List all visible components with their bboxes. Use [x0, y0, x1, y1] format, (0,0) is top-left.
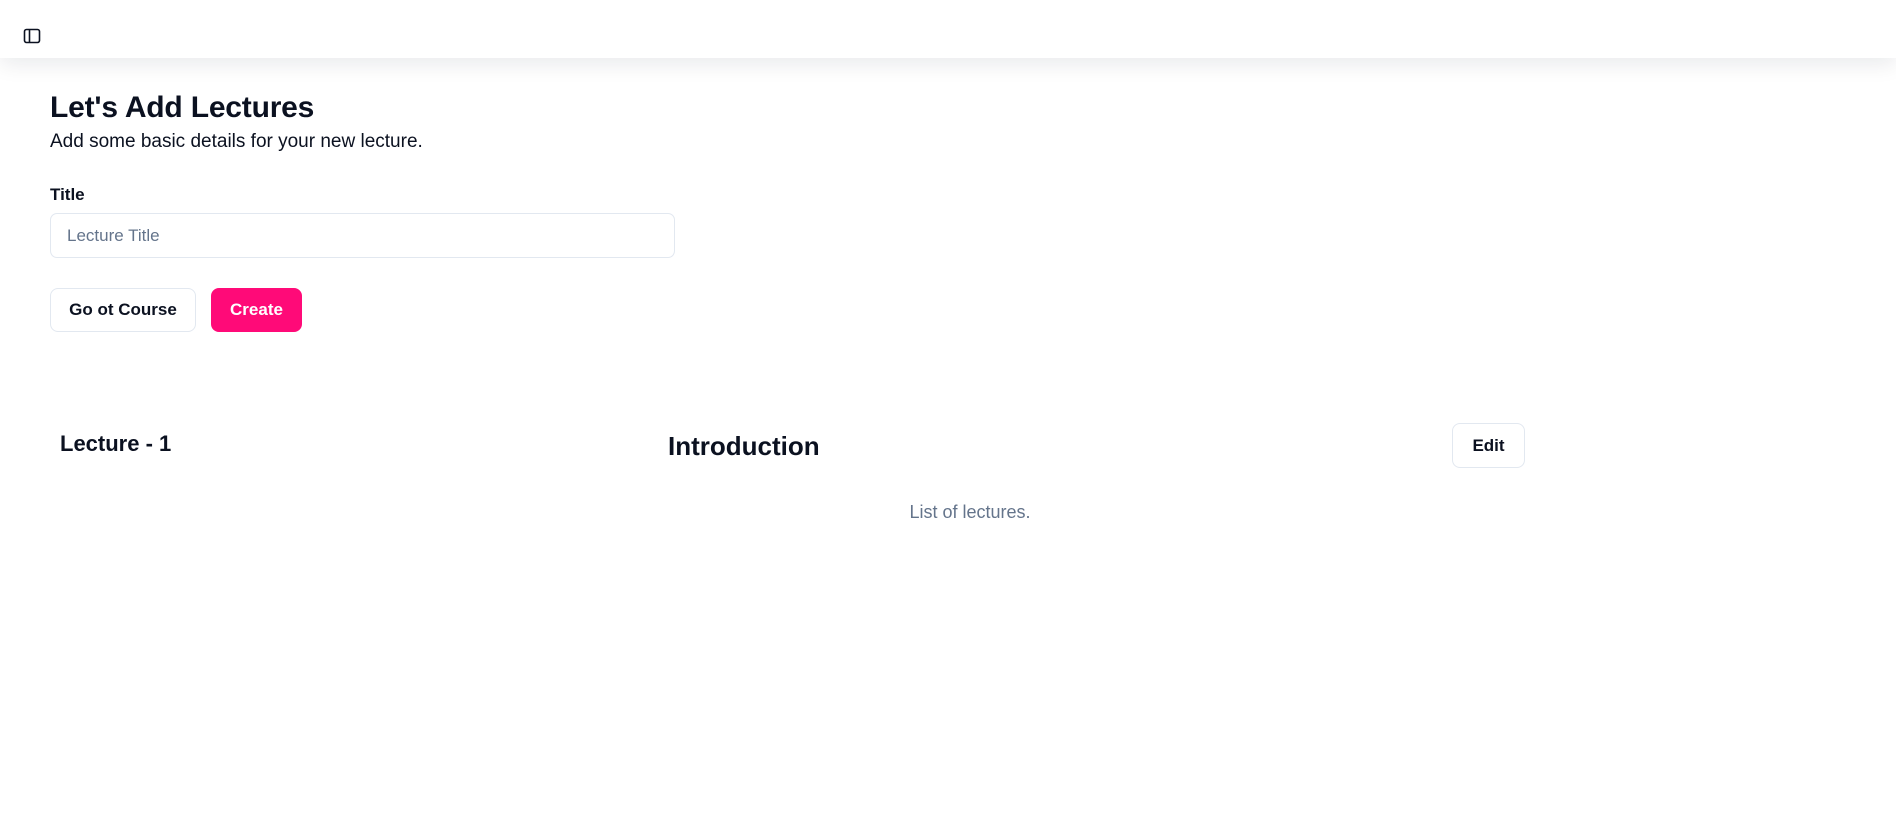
title-field-label: Title	[50, 185, 85, 204]
lecture-list-caption: List of lectures.	[909, 502, 1031, 522]
top-bar	[0, 0, 1896, 58]
panel-left-icon[interactable]	[22, 26, 42, 46]
lecture-number: Lecture - 1	[60, 431, 172, 456]
lecture-name: Introduction	[668, 431, 820, 461]
page-title: Let's Add Lectures	[50, 91, 315, 124]
edit-lecture-button[interactable]: Edit	[1452, 423, 1525, 468]
page: Let's Add Lectures Add some basic detail…	[0, 0, 1896, 820]
lecture-row: Lecture - 1 Introduction Edit	[50, 423, 1526, 469]
lecture-title-input[interactable]	[50, 213, 675, 258]
create-button[interactable]: Create	[211, 288, 302, 332]
go-to-course-button[interactable]: Go ot Course	[50, 288, 196, 332]
page-subtitle: Add some basic details for your new lect…	[50, 131, 423, 152]
